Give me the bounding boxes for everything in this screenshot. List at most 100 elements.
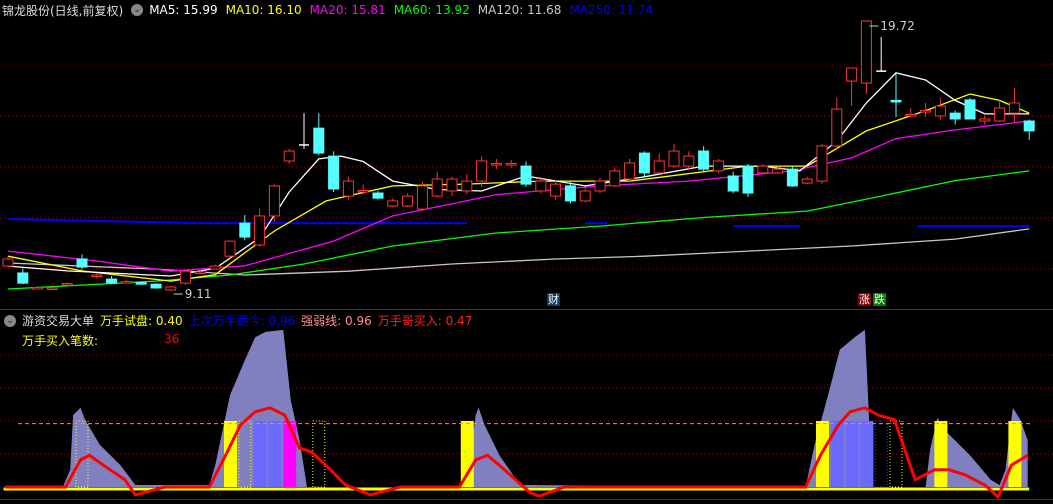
candle [786,166,798,187]
signal-bar [253,421,267,487]
candle-body [994,107,1006,122]
candle [505,160,517,168]
candle [461,174,473,195]
candle [801,176,813,185]
signal-bar [830,421,844,487]
candle [860,20,872,95]
main-chart-header: 锦龙股份(日线,前复权) ⌄ MA5: 15.99 MA10: 16.10 MA… [2,2,661,18]
signal-bar [1008,421,1022,487]
candle-body [890,99,902,103]
candle-body [2,258,14,267]
candle-body [387,200,399,207]
candle-body [609,170,621,187]
indicator-item-1: 上次万手距今: 0.96 [188,314,296,328]
candle-body [224,240,236,257]
candle-body [461,180,473,192]
candle-body [550,183,562,197]
candle-body [816,145,828,182]
candle-body [150,283,162,289]
candle-body [17,272,29,284]
candle [32,286,44,290]
candle-body [920,110,932,113]
candle [964,97,976,120]
price-mark-label: 19.72 [880,20,914,33]
candle [564,181,576,204]
bottom-divider [0,499,1053,500]
candle-body [579,190,591,202]
ma20-label: MA20: 15.81 [309,3,386,17]
candle [91,273,103,279]
limit-up-tag[interactable]: 涨 [858,293,871,306]
ma120-line [7,228,1030,276]
candle-body [860,20,872,84]
candle [446,176,458,196]
candle [609,167,621,187]
candle-body [372,192,384,199]
candle-body [357,189,369,193]
candle [2,256,14,268]
candle-body [194,271,206,274]
price-mark-label: 9.11 [185,287,212,301]
candle [17,268,29,285]
candle-body [520,165,532,185]
candle-body [209,265,221,270]
chevron-down-icon[interactable]: ⌄ [4,314,16,327]
candle [224,240,236,259]
candle [239,214,251,241]
candle-body [46,287,58,290]
candle [120,279,132,284]
candle-body [638,152,650,174]
candle [876,37,887,72]
candle [550,180,562,200]
candle-body [476,160,488,182]
candle [653,153,665,175]
candle-body [934,105,946,117]
candle-body [757,165,769,174]
candle [268,184,280,222]
candle [416,181,428,212]
candle-body [313,127,325,154]
candle-body [979,118,991,122]
indicator-name: 游资交易大单 [22,314,95,328]
candle-body [268,185,280,217]
candle [106,276,118,285]
signal-bar [845,421,859,487]
signal-bar [460,421,474,487]
signal-bar [283,421,297,487]
candle-body [949,112,961,120]
candlestick-chart[interactable]: 19.72 9.11 [0,20,1053,306]
chevron-down-icon[interactable]: ⌄ [131,4,144,16]
candle-body [698,150,710,170]
candle [490,158,502,170]
candle [402,193,414,208]
stock-title: 锦龙股份(日线,前复权) [2,3,124,18]
candle [1008,87,1020,123]
candle-body [712,160,724,172]
candle-body [564,185,576,202]
candle [846,67,858,107]
candle [668,143,680,168]
indicator-chart[interactable] [0,330,1053,500]
candle-body [106,278,118,284]
candle-body [535,180,547,192]
candle-body [846,67,858,82]
limit-down-tag[interactable]: 跌 [873,293,886,306]
candle-body [431,178,443,197]
ma10-line [7,93,1030,282]
candle [994,100,1006,123]
panel-divider [0,309,1053,310]
candle [638,151,650,177]
candle-body [32,286,44,290]
finance-event-tag[interactable]: 财 [547,293,560,306]
signal-bar [934,421,948,487]
candle [890,73,902,117]
candle-body [61,283,73,286]
candle-body [742,165,754,194]
candle [61,282,73,286]
candle [831,97,843,149]
candle [816,143,828,185]
candle-body [1008,102,1020,114]
ma10-label: MA10: 16.10 [225,3,302,17]
candle-body [594,180,606,192]
candle-body [120,281,132,284]
